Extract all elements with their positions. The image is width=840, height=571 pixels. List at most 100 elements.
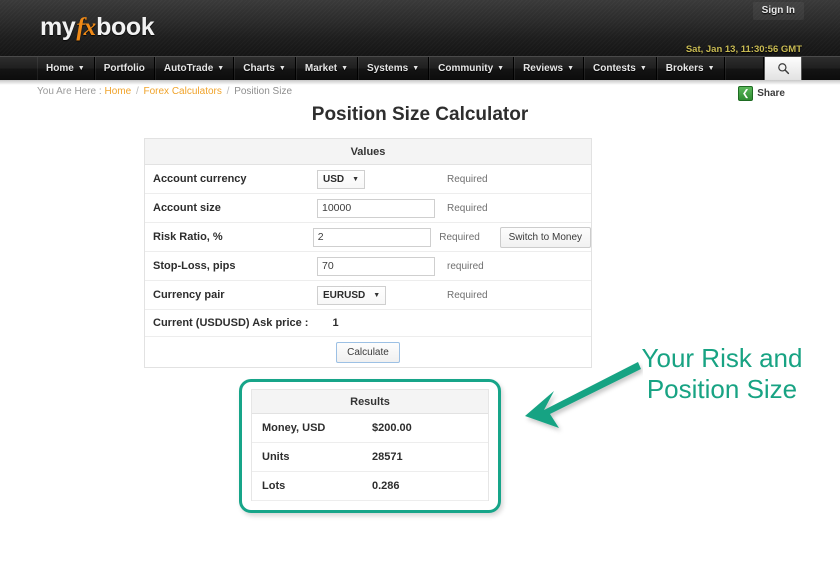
breadcrumb-link-forex-calculators[interactable]: Forex Calculators	[144, 86, 222, 97]
chevron-down-icon: ▼	[707, 65, 715, 72]
nav-item-brokers[interactable]: Brokers ▼	[657, 57, 725, 80]
nav-item-portfolio[interactable]: Portfolio	[95, 57, 155, 80]
annotation-line-1: Your Risk and	[641, 343, 803, 373]
stop-loss-input[interactable]	[317, 256, 435, 276]
logo-part-book: book	[96, 13, 155, 41]
logo-part-my: my	[40, 13, 76, 41]
field-risk-ratio	[312, 227, 440, 247]
label-account-size: Account size	[153, 202, 221, 214]
nav-label-systems: Systems	[367, 63, 409, 74]
nav-item-reviews[interactable]: Reviews ▼	[514, 57, 585, 80]
results-row-money: Money, USD $200.00	[252, 414, 488, 443]
account-size-input[interactable]	[317, 198, 435, 218]
risk-ratio-input[interactable]	[312, 227, 431, 247]
chevron-down-icon: ▼	[373, 291, 381, 299]
results-row-lots: Lots 0.286	[252, 472, 488, 501]
nav-label-portfolio: Portfolio	[103, 63, 145, 74]
required-risk-ratio: Required	[439, 231, 480, 243]
results-table: Results Money, USD $200.00 Units 28571 L…	[251, 389, 489, 501]
nav-shadow	[0, 80, 840, 85]
results-label-lots: Lots	[262, 480, 286, 492]
chevron-down-icon: ▼	[412, 65, 420, 72]
breadcrumb: You Are Here : Home / Forex Calculators …	[37, 86, 292, 97]
currency-pair-select[interactable]: EURUSD ▼	[317, 285, 387, 305]
nav-right-spacer	[802, 57, 840, 80]
results-label-money: Money, USD	[262, 422, 326, 434]
nav-label-charts: Charts	[243, 63, 275, 74]
label-stop-loss: Stop-Loss, pips	[153, 260, 236, 272]
share-icon: ❮	[738, 86, 754, 101]
results-table-header: Results	[252, 390, 488, 414]
account-currency-select[interactable]: USD ▼	[317, 169, 366, 189]
label-ask-price: Current (USDUSD) Ask price :	[153, 317, 309, 329]
server-clock: Sat, Jan 13, 11:30:56 GMT	[685, 44, 802, 55]
breadcrumb-separator: /	[226, 86, 230, 97]
share-label: Share	[757, 88, 785, 99]
nav-filler	[725, 57, 764, 80]
switch-to-money-button[interactable]: Switch to Money	[499, 226, 592, 248]
form-row-risk-ratio: Risk Ratio, % Required Switch to Money	[145, 223, 592, 252]
chevron-down-icon: ▼	[278, 65, 286, 72]
annotation-text: Your Risk and Position Size	[607, 343, 837, 404]
chevron-down-icon: ▼	[639, 65, 647, 72]
results-value-money: $200.00	[372, 422, 412, 434]
results-value-units: 28571	[372, 451, 403, 463]
field-stop-loss	[317, 256, 447, 276]
nav-label-contests: Contests	[593, 63, 636, 74]
calculate-button[interactable]: Calculate	[336, 341, 400, 363]
nav-item-systems[interactable]: Systems ▼	[358, 57, 430, 80]
label-account-currency: Account currency	[153, 173, 247, 185]
form-row-currency-pair: Currency pair EURUSD ▼ Required	[145, 281, 591, 310]
chevron-down-icon: ▼	[352, 175, 360, 183]
nav-label-home: Home	[46, 63, 74, 74]
results-label-units: Units	[262, 451, 290, 463]
results-value-lots: 0.286	[372, 480, 400, 492]
nav-label-brokers: Brokers	[665, 63, 704, 74]
nav-left-spacer	[0, 57, 37, 80]
nav-item-market[interactable]: Market ▼	[296, 57, 359, 80]
nav-item-contests[interactable]: Contests ▼	[584, 57, 657, 80]
nav-item-home[interactable]: Home ▼	[37, 57, 95, 80]
logo-part-fx: fx	[76, 14, 96, 41]
breadcrumb-separator: /	[135, 86, 139, 97]
form-table-header: Values	[145, 139, 591, 165]
chevron-down-icon: ▼	[217, 65, 225, 72]
field-account-currency: USD ▼	[317, 169, 447, 189]
form-row-account-currency: Account currency USD ▼ Required	[145, 165, 591, 194]
nav-item-autotrade[interactable]: AutoTrade ▼	[155, 57, 235, 80]
site-header: myfxbook Sign In Sat, Jan 13, 11:30:56 G…	[0, 0, 840, 56]
nav-label-autotrade: AutoTrade	[163, 63, 214, 74]
required-currency-pair: Required	[447, 289, 488, 301]
form-row-ask-price: Current (USDUSD) Ask price : 1	[145, 310, 591, 337]
chevron-down-icon: ▼	[497, 65, 505, 72]
results-row-units: Units 28571	[252, 443, 488, 472]
required-account-currency: Required	[447, 173, 488, 185]
page-title: Position Size Calculator	[311, 104, 529, 125]
nav-label-market: Market	[304, 63, 338, 74]
chevron-down-icon: ▼	[341, 65, 349, 72]
nav-item-charts[interactable]: Charts ▼	[234, 57, 296, 80]
search-button[interactable]	[764, 57, 802, 80]
field-currency-pair: EURUSD ▼	[317, 285, 447, 305]
sign-in-button[interactable]: Sign In	[752, 2, 804, 20]
chevron-down-icon: ▼	[567, 65, 575, 72]
form-row-stop-loss: Stop-Loss, pips required	[145, 252, 591, 281]
share-button[interactable]: ❮ Share	[738, 86, 785, 101]
nav-item-community[interactable]: Community ▼	[429, 57, 515, 80]
required-stop-loss: required	[447, 260, 484, 272]
field-account-size	[317, 198, 447, 218]
required-account-size: Required	[447, 202, 488, 214]
breadcrumb-link-home[interactable]: Home	[104, 86, 131, 97]
label-currency-pair: Currency pair	[153, 289, 225, 301]
form-row-calculate: Calculate	[145, 337, 591, 368]
results-highlight-box: Results Money, USD $200.00 Units 28571 L…	[239, 379, 501, 513]
chevron-down-icon: ▼	[77, 65, 85, 72]
site-logo[interactable]: myfxbook	[40, 13, 155, 42]
nav-label-reviews: Reviews	[523, 63, 564, 74]
annotation-line-2: Position Size	[646, 373, 798, 404]
search-icon	[777, 63, 789, 75]
account-currency-value: USD	[323, 173, 345, 185]
position-size-form: Values Account currency USD ▼ Required A…	[144, 138, 592, 368]
nav-label-community: Community	[438, 63, 494, 74]
main-navigation: Home ▼ Portfolio AutoTrade ▼ Charts ▼ Ma…	[0, 56, 840, 80]
